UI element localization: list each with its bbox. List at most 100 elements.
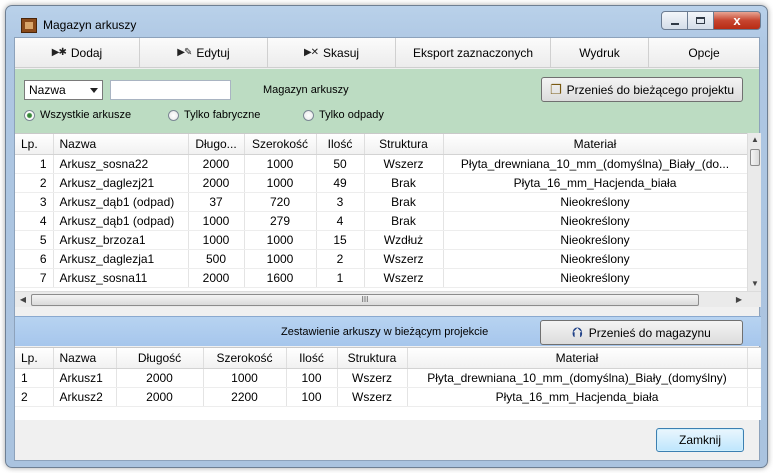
cell-name: Arkusz1 <box>53 368 117 388</box>
cell-name: Arkusz_brzoza1 <box>53 230 189 250</box>
scroll-left-icon[interactable]: ◀ <box>15 292 31 308</box>
cell-filler <box>747 387 761 407</box>
cell-structure: Wszerz <box>364 249 444 269</box>
cell-lp: 3 <box>15 192 54 212</box>
close-window-button[interactable]: x <box>714 11 761 30</box>
add-button[interactable]: ▶✱ Dodaj <box>15 38 140 67</box>
column-header-quantity[interactable]: Ilość <box>316 134 365 155</box>
column-header-length[interactable]: Długość <box>116 348 204 369</box>
column-header-length[interactable]: Długo... <box>188 134 245 155</box>
close-button[interactable]: Zamknij <box>656 428 744 452</box>
cell-material: Płyta_drewniana_10_mm_(domyślna)_Biały_(… <box>443 154 747 174</box>
project-summary-bar: Zestawienie arkuszy w bieżącym projekcie… <box>15 316 761 346</box>
table-row[interactable]: 3 Arkusz_dąb1 (odpad) 37 720 3 Brak Nieo… <box>15 192 747 212</box>
cell-lp: 5 <box>15 230 54 250</box>
radio-offcuts-only[interactable]: Tylko odpady <box>303 109 384 121</box>
cell-structure: Wszerz <box>337 387 408 407</box>
cell-name: Arkusz_daglezj21 <box>53 173 189 193</box>
table-row[interactable]: 1 Arkusz1 2000 1000 100 Wszerz Płyta_dre… <box>15 368 761 388</box>
close-button-label: Zamknij <box>678 433 721 447</box>
options-button-label: Opcje <box>688 45 720 60</box>
cell-structure: Brak <box>364 211 444 231</box>
print-button-label: Wydruk <box>579 45 620 60</box>
cell-quantity: 50 <box>316 154 365 174</box>
horizontal-scrollbar[interactable]: ◀ III ▶ <box>15 291 761 307</box>
options-button[interactable]: Opcje <box>649 38 759 67</box>
cell-width: 1000 <box>244 249 317 269</box>
table-row[interactable]: 4 Arkusz_dąb1 (odpad) 1000 279 4 Brak Ni… <box>15 211 747 231</box>
column-header-structure[interactable]: Struktura <box>337 348 408 369</box>
horizontal-scroll-thumb[interactable]: III <box>31 294 699 306</box>
app-icon[interactable] <box>21 18 37 33</box>
cell-structure: Brak <box>364 173 444 193</box>
cell-lp: 6 <box>15 249 54 269</box>
cell-lp: 2 <box>15 173 54 193</box>
storage-grid[interactable]: Lp. Nazwa Długo... Szerokość Ilość Struk… <box>15 133 747 291</box>
filter-panel: Nazwa Magazyn arkuszy ❐ Przenieś do bież… <box>15 69 759 133</box>
cell-quantity: 100 <box>286 368 338 388</box>
column-header-material[interactable]: Materiał <box>407 348 748 369</box>
cell-material: Płyta_16_mm_Hacjenda_biała <box>443 173 747 193</box>
storage-table: Lp. Nazwa Długo... Szerokość Ilość Struk… <box>15 134 747 288</box>
scroll-up-icon[interactable]: ▲ <box>748 133 762 147</box>
table-row[interactable]: 2 Arkusz_daglezj21 2000 1000 49 Brak Pły… <box>15 173 747 193</box>
cell-width: 1000 <box>244 173 317 193</box>
column-header-material[interactable]: Materiał <box>443 134 747 155</box>
maximize-icon <box>696 17 705 24</box>
minimize-button[interactable] <box>661 11 688 30</box>
transfer-to-project-button[interactable]: ❐ Przenieś do bieżącego projektu <box>541 77 743 102</box>
table-row[interactable]: 1 Arkusz_sosna22 2000 1000 50 Wszerz Pły… <box>15 154 747 174</box>
cell-quantity: 1 <box>316 268 365 288</box>
transfer-to-storage-button[interactable]: ⮉ Przenieś do magazynu <box>540 320 743 345</box>
window-title: Magazyn arkuszy <box>43 18 137 32</box>
cell-filler <box>747 368 761 388</box>
cell-name: Arkusz_sosna22 <box>53 154 189 174</box>
maximize-button[interactable] <box>688 11 714 30</box>
edit-icon: ▶✎ <box>177 47 192 58</box>
cell-length: 500 <box>188 249 245 269</box>
column-header-width[interactable]: Szerokość <box>244 134 317 155</box>
column-header-width[interactable]: Szerokość <box>203 348 287 369</box>
cell-material: Nieokreślony <box>443 268 747 288</box>
radio-all-sheets[interactable]: Wszystkie arkusze <box>24 109 131 121</box>
column-header-lp[interactable]: Lp. <box>15 348 54 369</box>
cell-width: 1000 <box>244 230 317 250</box>
cell-structure: Wszerz <box>337 368 408 388</box>
column-header-lp[interactable]: Lp. <box>15 134 54 155</box>
cell-width: 1600 <box>244 268 317 288</box>
add-button-label: Dodaj <box>70 45 103 60</box>
scroll-grip-icon: III <box>361 295 369 304</box>
table-row[interactable]: 6 Arkusz_daglezja1 500 1000 2 Wszerz Nie… <box>15 249 747 269</box>
radio-factory-only[interactable]: Tylko fabryczne <box>168 109 260 121</box>
title-bar[interactable]: Magazyn arkuszy x <box>6 6 767 37</box>
vertical-scrollbar[interactable]: ▲ ▼ <box>747 133 761 291</box>
cell-quantity: 4 <box>316 211 365 231</box>
table-row[interactable]: 7 Arkusz_sosna11 2000 1600 1 Wszerz Nieo… <box>15 268 747 288</box>
vertical-scroll-thumb[interactable] <box>750 149 760 166</box>
scroll-down-icon[interactable]: ▼ <box>748 277 762 291</box>
cell-lp: 2 <box>15 387 54 407</box>
cell-material: Płyta_16_mm_Hacjenda_biała <box>407 387 748 407</box>
column-header-structure[interactable]: Struktura <box>364 134 444 155</box>
radio-unchecked-icon <box>168 109 179 121</box>
cell-length: 37 <box>188 192 245 212</box>
search-input[interactable] <box>110 80 231 100</box>
column-header-name[interactable]: Nazwa <box>53 134 189 155</box>
delete-button[interactable]: ▶✕ Skasuj <box>268 38 396 67</box>
scroll-right-icon[interactable]: ▶ <box>731 292 747 308</box>
cell-structure: Wszerz <box>364 268 444 288</box>
column-header-name[interactable]: Nazwa <box>53 348 117 369</box>
project-grid[interactable]: Lp. Nazwa Długość Szerokość Ilość Strukt… <box>15 347 761 420</box>
print-button[interactable]: Wydruk <box>551 38 649 67</box>
edit-button[interactable]: ▶✎ Edytuj <box>140 38 268 67</box>
export-selected-button[interactable]: Eksport zaznaczonych <box>396 38 551 67</box>
field-select[interactable]: Nazwa <box>24 80 103 100</box>
cell-length: 2000 <box>188 173 245 193</box>
cell-length: 2000 <box>188 154 245 174</box>
table-row[interactable]: 5 Arkusz_brzoza1 1000 1000 15 Wzdłuż Nie… <box>15 230 747 250</box>
table-row[interactable]: 2 Arkusz2 2000 2200 100 Wszerz Płyta_16_… <box>15 387 761 407</box>
radio-offcuts-only-label: Tylko odpady <box>319 109 384 121</box>
cell-material: Płyta_drewniana_10_mm_(domyślna)_Biały_(… <box>407 368 748 388</box>
column-header-quantity[interactable]: Ilość <box>286 348 338 369</box>
project-table: Lp. Nazwa Długość Szerokość Ilość Strukt… <box>15 348 761 407</box>
